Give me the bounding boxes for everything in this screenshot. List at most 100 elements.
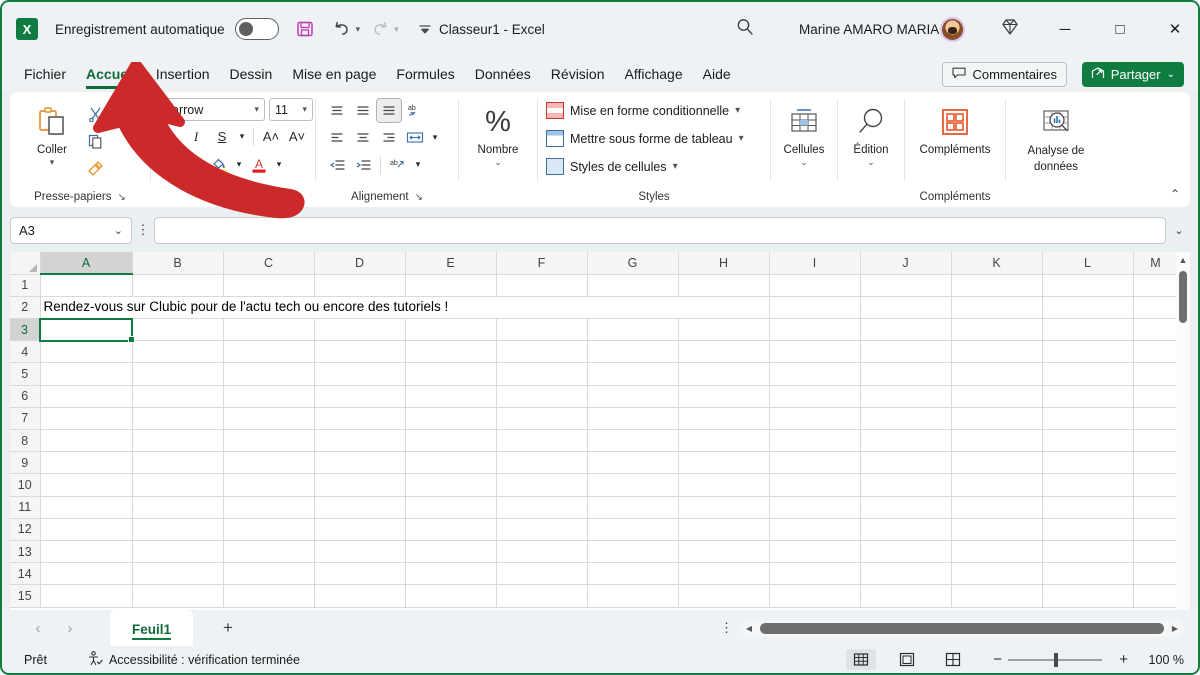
- share-caret-icon[interactable]: ⌄: [1167, 69, 1175, 80]
- col-header-E[interactable]: E: [405, 252, 496, 274]
- cell-D3[interactable]: [314, 319, 405, 341]
- cell-L7[interactable]: [1042, 407, 1133, 429]
- save-icon[interactable]: [294, 18, 316, 40]
- cell-A14[interactable]: [40, 563, 132, 585]
- alignment-dialog-launcher[interactable]: ↘: [415, 192, 423, 203]
- col-header-G[interactable]: G: [587, 252, 678, 274]
- cell-B5[interactable]: [132, 363, 223, 385]
- row-header-5[interactable]: 5: [10, 363, 40, 385]
- tab-affichage[interactable]: Affichage: [615, 62, 693, 87]
- add-sheet-button[interactable]: +: [223, 618, 233, 638]
- row-header-3[interactable]: 3: [10, 319, 40, 341]
- wrap-text-caret-icon[interactable]: ▾: [411, 152, 425, 177]
- insert-function-button[interactable]: ⋮: [132, 222, 154, 238]
- cell-C1[interactable]: [223, 274, 314, 296]
- cell-F6[interactable]: [496, 385, 587, 407]
- cell-C14[interactable]: [223, 563, 314, 585]
- borders-caret-icon[interactable]: ▾: [183, 152, 197, 177]
- cell-I5[interactable]: [769, 363, 860, 385]
- cell-K14[interactable]: [951, 563, 1042, 585]
- scroll-right-arrow-icon[interactable]: ▶: [1166, 624, 1184, 633]
- cell-M11[interactable]: [1133, 496, 1178, 518]
- cell-B4[interactable]: [132, 341, 223, 363]
- cell-A12[interactable]: [40, 518, 132, 540]
- cell-M13[interactable]: [1133, 540, 1178, 562]
- cell-J9[interactable]: [860, 452, 951, 474]
- merge-caret-icon[interactable]: ▾: [428, 125, 442, 150]
- cell-I4[interactable]: [769, 341, 860, 363]
- col-header-M[interactable]: M: [1133, 252, 1178, 274]
- cell-B10[interactable]: [132, 474, 223, 496]
- conditional-formatting-button[interactable]: Mise en forme conditionnelle ▾: [546, 97, 740, 124]
- cell-L9[interactable]: [1042, 452, 1133, 474]
- cell-J3[interactable]: [860, 319, 951, 341]
- cell-G8[interactable]: [587, 430, 678, 452]
- font-size-combo[interactable]: 11 ▾: [269, 98, 313, 121]
- cell-M1[interactable]: [1133, 274, 1178, 296]
- cell-C3[interactable]: [223, 319, 314, 341]
- cell-C13[interactable]: [223, 540, 314, 562]
- clipboard-dialog-launcher[interactable]: ↘: [117, 192, 125, 203]
- cell-F13[interactable]: [496, 540, 587, 562]
- cell-F3[interactable]: [496, 319, 587, 341]
- minimize-button[interactable]: ─: [1050, 14, 1080, 44]
- grow-font-button[interactable]: A˄: [258, 124, 284, 149]
- cell-I3[interactable]: [769, 319, 860, 341]
- cell-H7[interactable]: [678, 407, 769, 429]
- cell-L8[interactable]: [1042, 430, 1133, 452]
- cell-J5[interactable]: [860, 363, 951, 385]
- search-icon[interactable]: [735, 17, 755, 42]
- tab-insertion[interactable]: Insertion: [146, 62, 220, 87]
- cell-A8[interactable]: [40, 430, 132, 452]
- cell-F14[interactable]: [496, 563, 587, 585]
- cell-L14[interactable]: [1042, 563, 1133, 585]
- undo-dropdown-caret-icon[interactable]: ▾: [356, 24, 361, 35]
- align-middle-icon[interactable]: [350, 98, 376, 123]
- cell-E10[interactable]: [405, 474, 496, 496]
- cell-D8[interactable]: [314, 430, 405, 452]
- cell-M7[interactable]: [1133, 407, 1178, 429]
- cell-H10[interactable]: [678, 474, 769, 496]
- maximize-button[interactable]: □: [1105, 14, 1135, 44]
- cell-C11[interactable]: [223, 496, 314, 518]
- share-button[interactable]: Partager ⌄: [1082, 62, 1184, 87]
- cell-B7[interactable]: [132, 407, 223, 429]
- align-top-icon[interactable]: [324, 98, 350, 123]
- cell-A4[interactable]: [40, 341, 132, 363]
- row-header-1[interactable]: 1: [10, 274, 40, 296]
- name-box[interactable]: A3 ⌄: [10, 217, 132, 244]
- cell-K13[interactable]: [951, 540, 1042, 562]
- cell-A1[interactable]: [40, 274, 132, 296]
- cell-B1[interactable]: [132, 274, 223, 296]
- cell-K1[interactable]: [951, 274, 1042, 296]
- cell-D14[interactable]: [314, 563, 405, 585]
- cell-M12[interactable]: [1133, 518, 1178, 540]
- cell-G9[interactable]: [587, 452, 678, 474]
- cell-C10[interactable]: [223, 474, 314, 496]
- cell-D10[interactable]: [314, 474, 405, 496]
- comments-button[interactable]: Commentaires: [942, 62, 1067, 87]
- cell-M9[interactable]: [1133, 452, 1178, 474]
- cell-J13[interactable]: [860, 540, 951, 562]
- cell-J7[interactable]: [860, 407, 951, 429]
- cell-E15[interactable]: [405, 585, 496, 607]
- cell-G11[interactable]: [587, 496, 678, 518]
- cell-I15[interactable]: [769, 585, 860, 607]
- col-header-D[interactable]: D: [314, 252, 405, 274]
- cell-E12[interactable]: [405, 518, 496, 540]
- row-header-7[interactable]: 7: [10, 407, 40, 429]
- font-name-caret-icon[interactable]: ▾: [254, 104, 259, 115]
- cell-K9[interactable]: [951, 452, 1042, 474]
- undo-icon[interactable]: [331, 18, 353, 40]
- cell-A13[interactable]: [40, 540, 132, 562]
- scroll-up-arrow-icon[interactable]: ▲: [1176, 252, 1190, 265]
- tab-fichier[interactable]: Fichier: [14, 62, 76, 87]
- col-header-L[interactable]: L: [1042, 252, 1133, 274]
- cell-I1[interactable]: [769, 274, 860, 296]
- cell-G7[interactable]: [587, 407, 678, 429]
- zoom-in-button[interactable]: +: [1119, 651, 1128, 668]
- row-header-12[interactable]: 12: [10, 518, 40, 540]
- cell-J6[interactable]: [860, 385, 951, 407]
- cell-A15[interactable]: [40, 585, 132, 607]
- cell-J1[interactable]: [860, 274, 951, 296]
